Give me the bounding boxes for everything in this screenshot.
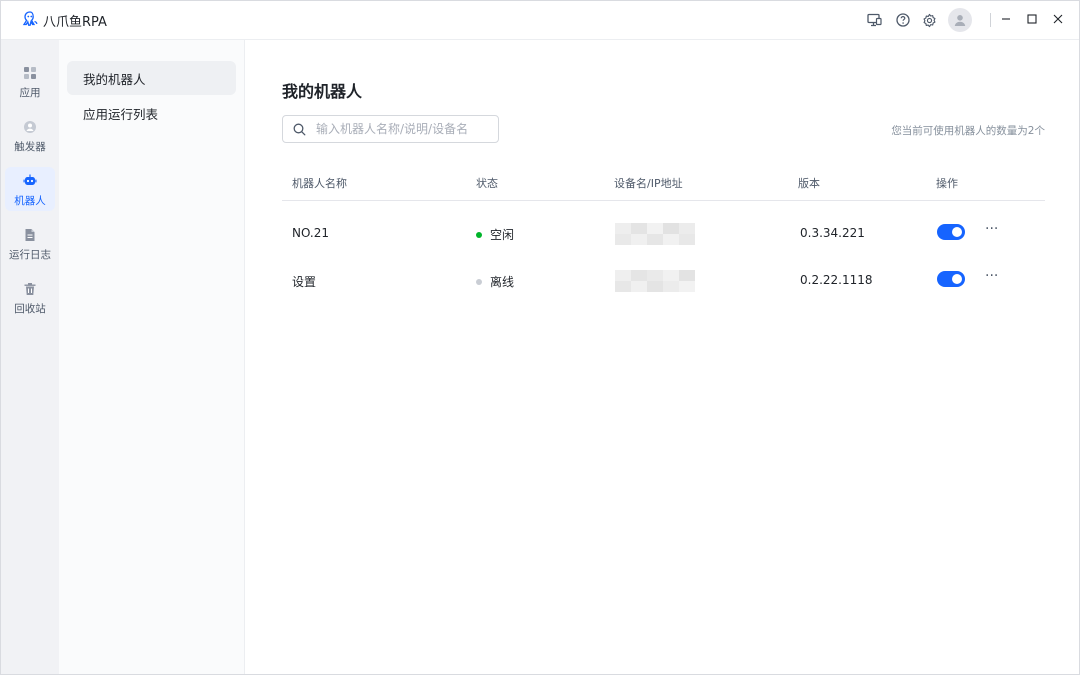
column-header-version: 版本 [798,177,820,190]
subnav-item-app-run-list[interactable]: 应用运行列表 [67,96,236,130]
rail-label: 应用 [19,87,41,99]
status-text: 空闲 [490,228,515,242]
rail-label: 运行日志 [9,249,51,261]
trash-icon [22,281,38,297]
robot-icon [22,173,38,189]
help-icon[interactable] [894,11,912,29]
table-row[interactable]: 设置 离线 0.2.22.1118 ··· [282,258,1045,305]
redacted-device-name [615,270,695,292]
robot-name: NO.21 [292,226,330,240]
maximize-icon[interactable] [1023,10,1041,28]
apps-icon [22,65,38,81]
app-title: 八爪鱼RPA [43,15,107,30]
minimize-icon[interactable] [997,10,1015,28]
robots-table: 机器人名称 状态 设备名/IP地址 版本 操作 NO.21 空闲 0.3.34.… [282,168,1045,305]
rail-item-trigger[interactable]: 触发器 [5,113,55,157]
rail-label: 机器人 [14,195,46,207]
search-input[interactable] [314,121,498,137]
page-title: 我的机器人 [282,82,363,101]
column-header-status: 状态 [476,177,498,190]
log-icon [22,227,38,243]
trigger-icon [22,119,38,135]
rail-item-log[interactable]: 运行日志 [5,221,55,265]
subnav-item-my-robots[interactable]: 我的机器人 [67,61,236,95]
app-window: 八爪鱼RPA 应用 触发器 机器人 运行日志 回收站 我的机器人 应用运行列表 … [0,0,1080,675]
rail-label: 回收站 [14,303,46,315]
column-header-name: 机器人名称 [292,177,347,190]
status-offline-dot [476,278,482,285]
column-header-actions: 操作 [936,177,958,190]
table-header: 机器人名称 状态 设备名/IP地址 版本 操作 [282,168,1045,201]
avatar-icon[interactable] [948,8,972,32]
title-bar: 八爪鱼RPA [1,1,1079,40]
status-online-dot [476,231,482,238]
status-cell: 空闲 [476,226,514,243]
titlebar-divider [990,13,991,27]
octopus-logo-icon [21,10,39,28]
robot-quota-text: 您当前可使用机器人的数量为2个 [891,125,1045,137]
settings-icon[interactable] [920,11,938,29]
redacted-device-name [615,223,695,245]
more-actions-icon[interactable]: ··· [985,221,998,237]
monitor-icon[interactable] [865,11,883,29]
close-icon[interactable] [1049,10,1067,28]
table-row[interactable]: NO.21 空闲 0.3.34.221 ··· [282,211,1045,258]
robot-enable-toggle[interactable] [937,224,965,240]
more-actions-icon[interactable]: ··· [985,268,998,284]
robot-enable-toggle[interactable] [937,271,965,287]
status-cell: 离线 [476,273,514,290]
rail-item-apps[interactable]: 应用 [5,59,55,103]
rail-label: 触发器 [14,141,46,153]
rail-item-trash[interactable]: 回收站 [5,275,55,319]
main-content: 我的机器人 您当前可使用机器人的数量为2个 机器人名称 状态 设备名/IP地址 … [245,40,1079,674]
robot-version: 0.3.34.221 [800,226,865,240]
rail-item-robot[interactable]: 机器人 [5,167,55,211]
robot-name: 设置 [292,275,317,289]
status-text: 离线 [490,275,515,289]
robot-version: 0.2.22.1118 [800,273,873,287]
search-icon [293,123,306,136]
sub-navigation: 我的机器人 应用运行列表 [59,40,245,674]
column-header-device: 设备名/IP地址 [614,177,683,190]
left-rail: 应用 触发器 机器人 运行日志 回收站 [1,40,59,674]
search-box[interactable] [282,115,499,143]
